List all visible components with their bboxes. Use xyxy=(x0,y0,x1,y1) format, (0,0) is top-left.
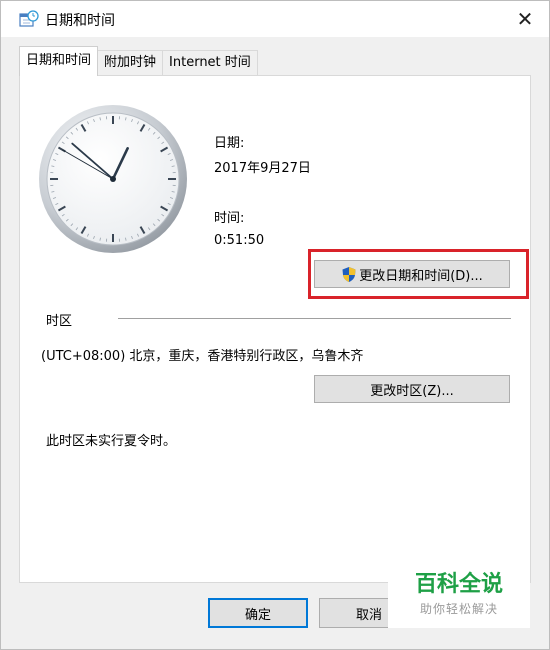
watermark: 百科全说 助你轻松解决 xyxy=(388,568,530,628)
clock-center xyxy=(110,176,116,182)
date-value: 2017年9月27日 xyxy=(214,161,311,176)
ok-button[interactable]: 确定 xyxy=(208,598,308,628)
timezone-separator xyxy=(118,318,511,319)
window-title: 日期和时间 xyxy=(45,13,115,29)
date-time-dialog: 日期和时间 ✕ 日期和时间 附加时钟 Internet 时间 日期: 2017年… xyxy=(0,0,550,650)
watermark-subtitle: 助你轻松解决 xyxy=(419,602,498,616)
date-label: 日期: xyxy=(214,136,245,151)
tab-date-time[interactable]: 日期和时间 xyxy=(19,46,99,76)
watermark-title: 百科全说 xyxy=(414,572,503,597)
time-label: 时间: xyxy=(214,211,245,226)
close-button[interactable]: ✕ xyxy=(505,3,545,35)
timezone-heading: 时区 xyxy=(46,314,73,329)
timezone-value: (UTC+08:00) 北京，重庆，香港特别行政区，乌鲁木齐 xyxy=(41,349,364,364)
calendar-clock-icon xyxy=(19,10,39,27)
change-date-time-label: 更改日期和时间(D)... xyxy=(359,268,483,284)
dst-note: 此时区未实行夏令时。 xyxy=(46,434,177,449)
title-bar: 日期和时间 ✕ xyxy=(1,1,549,37)
change-timezone-button[interactable]: 更改时区(Z)... xyxy=(314,375,510,403)
change-date-time-button[interactable]: 更改日期和时间(D)... xyxy=(314,260,510,288)
tab-internet-time[interactable]: Internet 时间 xyxy=(162,50,258,76)
tab-strip: 日期和时间 附加时钟 Internet 时间 xyxy=(19,46,258,76)
close-icon: ✕ xyxy=(516,7,534,31)
tab-additional-clocks[interactable]: 附加时钟 xyxy=(97,50,164,76)
time-value: 0:51:50 xyxy=(214,233,265,248)
analog-clock xyxy=(39,105,187,253)
uac-shield-icon xyxy=(342,266,356,282)
